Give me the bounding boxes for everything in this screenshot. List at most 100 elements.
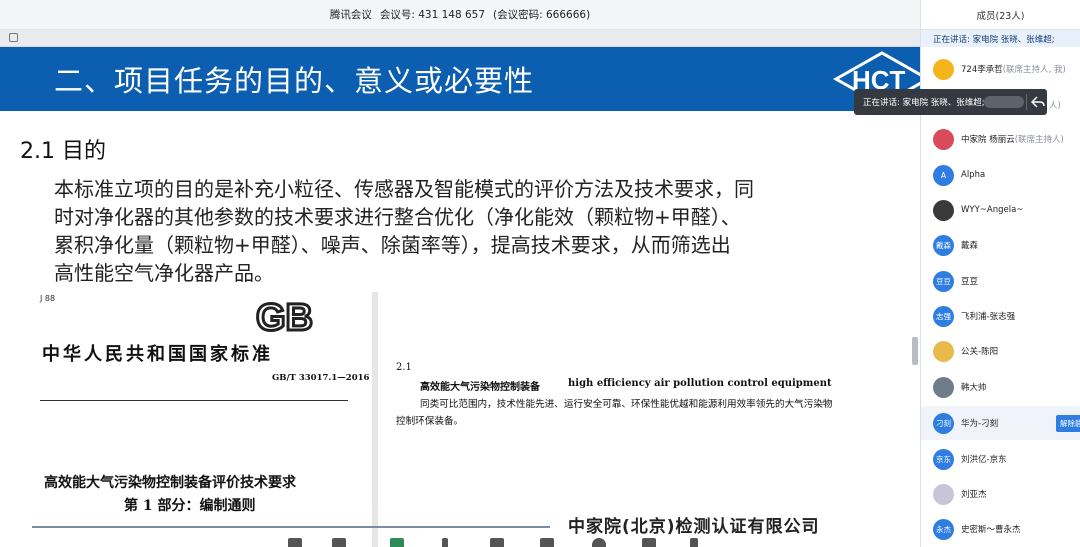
chat-icon[interactable] [490,538,504,547]
slide-banner: 二、项目任务的目的、意义或必要性 HCT [0,47,920,111]
member-name-text: 刘亚杰 [961,490,987,500]
scroll-handle[interactable] [912,337,918,365]
reply-icon[interactable] [1031,94,1045,110]
member-name-text: 刘洪亿-京东 [961,455,1007,465]
section-heading: 2.1 目的 [20,139,106,164]
term-chinese: 高效能大气污染物控制装备 [420,382,540,393]
member-item[interactable]: 刁刻 华为-刁刻 解除静 [921,406,1080,440]
share-screen-icon[interactable] [390,538,404,547]
unmute-button[interactable]: 解除静 [1056,414,1080,432]
company-name: 中家院(北京)检测认证有限公司 [568,517,820,537]
standard-title: 高效能大气污染物控制装备评价技术要求 [44,475,296,491]
avatar [933,128,954,150]
member-item[interactable]: 志强 飞利浦-张志强 [921,299,1080,333]
meeting-window: 腾讯会议 会议号: 431 148 657 (会议密码: 666666) 二、项… [0,0,1080,547]
avatar [933,376,954,398]
gb-logo-text: GB [256,297,313,336]
paragraph-line: 高性能空气净化器产品。 [54,261,274,285]
camera-icon[interactable] [332,538,346,547]
member-item[interactable]: 戴森 戴森 [921,228,1080,262]
record-icon[interactable] [540,538,554,547]
member-item[interactable]: 公关-陈阳 [921,334,1080,368]
avatar: 戴森 [933,234,954,256]
document-icon[interactable] [642,538,656,547]
member-name: 公关-陈阳 [961,345,998,357]
tooltip-text: 正在讲话: 家电院 张晓、张维超; [863,98,985,108]
member-name-text: 724李承哲 [961,65,1003,75]
member-name: 724李承哲(联席主持人, 我) [961,63,1066,75]
member-name: WYY~Angela~ [961,205,1023,215]
shared-slide: 二、项目任务的目的、意义或必要性 HCT 2.1 目的 本标准立项的目的是补充小… [0,47,920,547]
clause-number: 2.1 [396,362,412,373]
member-item[interactable]: 中家院 杨丽云(联席主持人) [921,122,1080,156]
member-name: 飞利浦-张志强 [961,310,1015,322]
footer-rule [32,526,550,528]
member-name: 豆豆 [961,275,978,287]
avatar [933,58,954,80]
members-icon[interactable] [442,538,448,547]
more-icon[interactable] [690,538,698,547]
avatar [933,199,954,221]
slide-title: 二、项目任务的目的、意义或必要性 [54,64,535,98]
definition-text: 控制环保装备。 [396,416,464,427]
member-name-text: 豆豆 [961,277,979,287]
member-item[interactable]: 豆豆 豆豆 [921,264,1080,298]
meeting-id[interactable]: 会议号: 431 148 657 [380,7,485,22]
paragraph-line: 时对净化器的其他参数的技术要求进行整合优化（净化能效（颗粒物+甲醛）、 [54,205,741,229]
meeting-password: (会议密码: 666666) [493,9,591,21]
standard-cover-image: J 88 GB 中华人民共和国国家标准 GB/T 33017.1—2016 高效… [10,292,378,547]
avatar: 刁刻 [933,412,954,434]
member-name: 中家院 杨丽云(联席主持人) [961,133,1064,145]
hidden-member-role: 人) [1049,101,1061,111]
bottom-control-bar [270,538,750,547]
divider [40,400,348,401]
member-item[interactable]: A Alpha [921,158,1080,192]
member-item[interactable]: 永杰 史密斯～曹永杰 [921,512,1080,546]
standard-subtitle: 第 1 部分：编制通则 [124,498,256,514]
avatar: 永杰 [933,518,954,540]
member-name: 华为-刁刻 [961,417,998,429]
member-role: (联席主持人, 我) [1002,65,1066,75]
definition-text: 同类可比范围内，技术性能先进、运行安全可靠、环保性能优越和能源利用效率领先的大气… [420,399,833,410]
classification-code: J 88 [40,294,56,303]
member-item[interactable]: 刘亚杰 [921,477,1080,511]
member-name-text: Alpha [961,170,986,180]
member-name: 刘亚杰 [961,488,987,500]
speaking-indicator: 正在讲话: 家电院 张晓、张维超; [921,30,1080,47]
avatar: A [933,164,954,186]
member-name-text: 华为-刁刻 [961,419,999,429]
term-english: high efficiency air pollution control eq… [568,378,832,389]
member-name: Alpha [961,170,985,180]
member-name-text: 飞利浦-张志强 [961,312,1016,322]
member-item[interactable]: WYY~Angela~ [921,193,1080,227]
window-icon[interactable] [9,33,18,42]
settings-icon[interactable] [592,538,606,547]
paragraph-line: 本标准立项的目的是补充小粒径、传感器及智能模式的评价方法及技术要求，同 [54,177,754,201]
avatar: 豆豆 [933,270,954,292]
avatar: 京东 [933,448,954,470]
tooltip-separator [1026,94,1027,110]
member-item[interactable]: 韩大帅 [921,370,1080,404]
member-panel: 成员(23人) 正在讲话: 家电院 张晓、张维超; 724李承哲(联席主持人, … [920,0,1080,547]
member-name-text: WYY~Angela~ [961,205,1024,215]
standard-number: GB/T 33017.1—2016 [272,373,370,383]
member-item[interactable]: 724李承哲(联席主持人, 我) [921,52,1080,86]
avatar [933,340,954,362]
standard-definition-image: 2.1 高效能大气污染物控制装备 high efficiency air pol… [382,292,912,547]
meeting-info-bar: 腾讯会议 会议号: 431 148 657 (会议密码: 666666) [0,0,920,30]
member-name: 戴森 [961,239,978,251]
speaking-tooltip: 正在讲话: 家电院 张晓、张维超; [854,89,1047,115]
mic-icon[interactable] [288,538,302,547]
purpose-paragraph: 本标准立项的目的是补充小粒径、传感器及智能模式的评价方法及技术要求，同 时对净化… [54,175,874,287]
member-item[interactable]: 京东 刘洪亿-京东 [921,442,1080,476]
member-panel-title: 成员(23人) [921,0,1080,30]
paragraph-line: 累积净化量（颗粒物+甲醛）、噪声、除菌率等），提高技术要求，从而筛选出 [54,233,731,257]
member-role: (联席主持人) [1014,135,1064,145]
share-toolbar [0,30,920,47]
member-name: 刘洪亿-京东 [961,453,1007,465]
gb-logo-icon: GB [255,296,315,336]
member-name-text: 公关-陈阳 [961,347,999,357]
member-name-text: 中家院 杨丽云 [961,135,1015,145]
member-name-text: 戴森 [961,241,979,251]
avatar [933,483,954,505]
